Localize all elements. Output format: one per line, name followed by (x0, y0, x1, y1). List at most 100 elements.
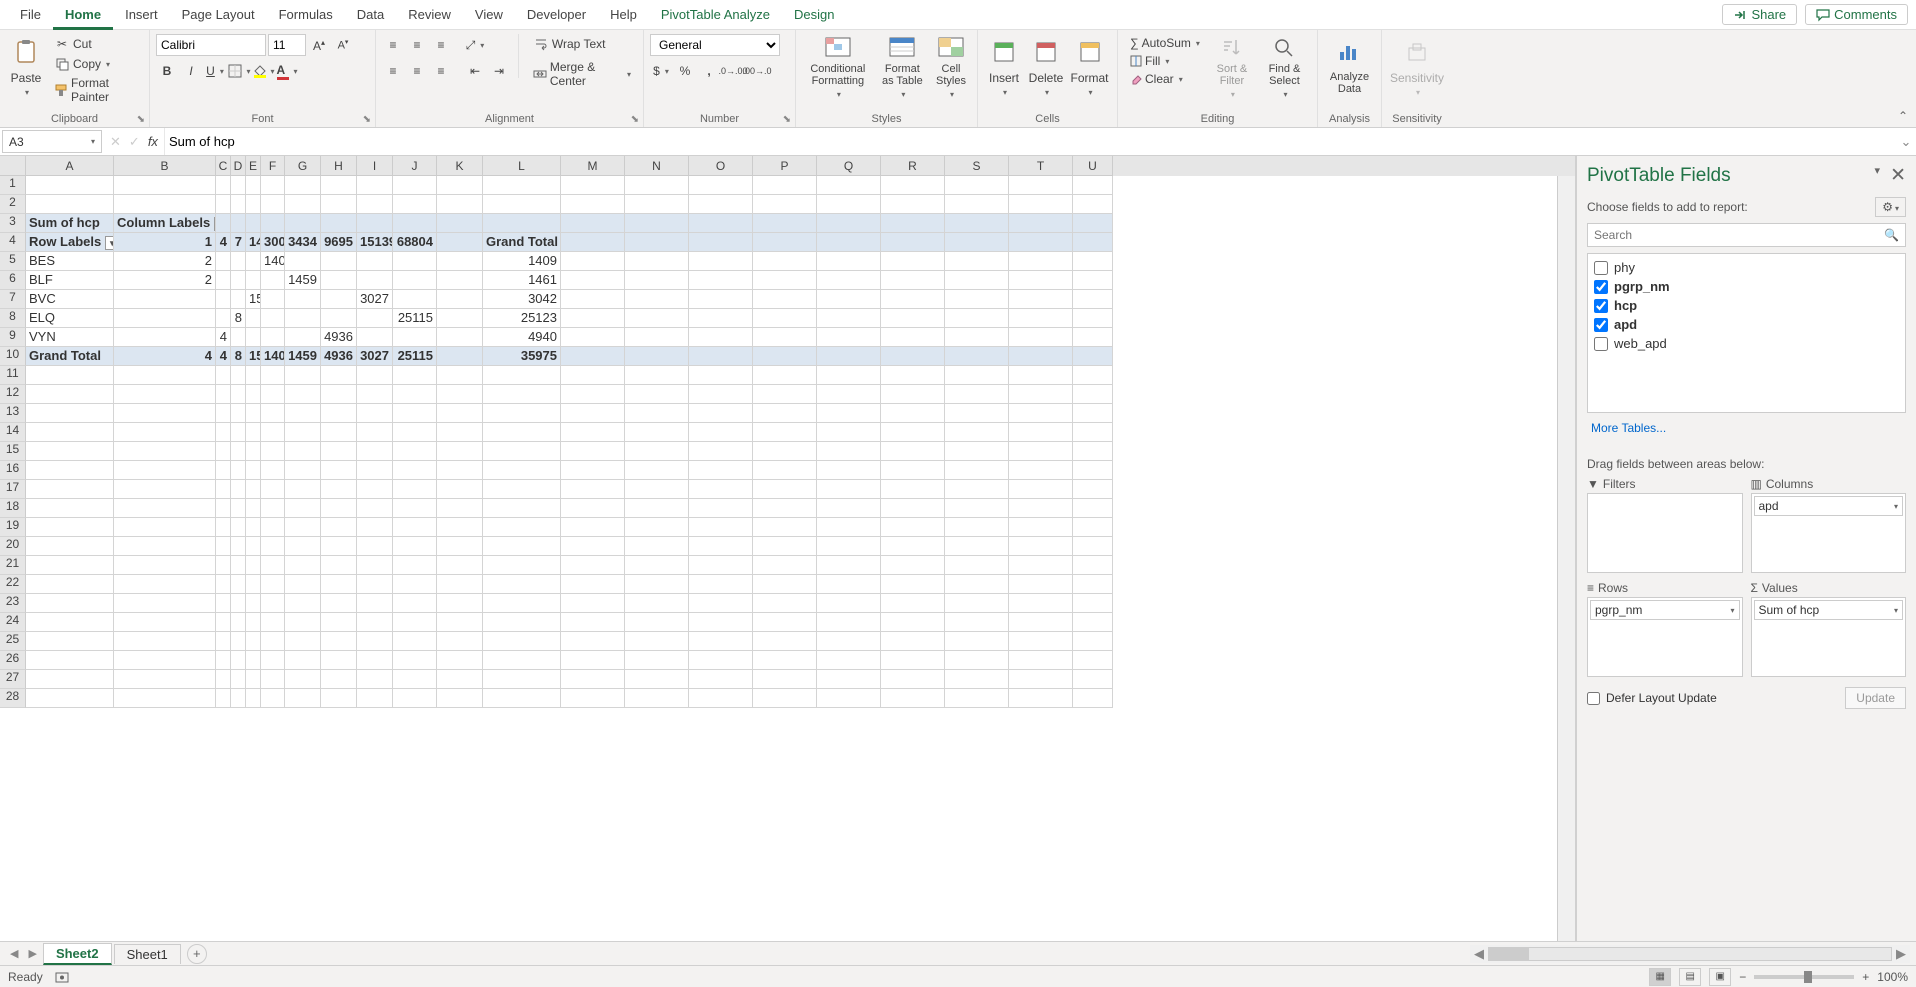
row-header[interactable]: 22 (0, 575, 26, 594)
cell[interactable] (231, 328, 246, 347)
search-input[interactable] (1594, 228, 1884, 242)
cell[interactable] (321, 556, 357, 575)
cell[interactable] (216, 309, 231, 328)
font-color-button[interactable]: A ▾ (276, 60, 298, 82)
align-left-button[interactable]: ≡ (382, 60, 404, 82)
cell[interactable] (437, 613, 483, 632)
cell[interactable] (625, 632, 689, 651)
fx-icon[interactable]: fx (148, 134, 158, 149)
column-header[interactable]: J (393, 156, 437, 176)
decrease-indent-button[interactable]: ⇤ (464, 60, 486, 82)
cell[interactable] (437, 632, 483, 651)
cell[interactable] (625, 537, 689, 556)
cell[interactable] (817, 670, 881, 689)
cell[interactable] (753, 328, 817, 347)
cell[interactable] (625, 575, 689, 594)
defer-update-checkbox[interactable] (1587, 692, 1600, 705)
cell[interactable] (285, 423, 321, 442)
menu-tab-data[interactable]: Data (345, 0, 396, 30)
cell[interactable] (1073, 632, 1113, 651)
insert-cells-button[interactable]: Insert▾ (984, 34, 1024, 100)
cell[interactable] (625, 309, 689, 328)
cell[interactable] (285, 442, 321, 461)
cell[interactable] (114, 404, 216, 423)
cell[interactable] (321, 480, 357, 499)
cell[interactable] (561, 518, 625, 537)
values-drop-zone[interactable]: Sum of hcp▾ (1751, 597, 1907, 677)
cell[interactable] (393, 480, 437, 499)
cell[interactable] (231, 499, 246, 518)
cell[interactable] (285, 518, 321, 537)
cell[interactable] (625, 176, 689, 195)
cell[interactable] (246, 385, 261, 404)
cell[interactable] (285, 670, 321, 689)
cell[interactable] (246, 575, 261, 594)
cell[interactable] (753, 480, 817, 499)
cell[interactable]: VYN (26, 328, 114, 347)
cell[interactable] (393, 594, 437, 613)
cell[interactable] (689, 499, 753, 518)
cell[interactable] (437, 423, 483, 442)
cell[interactable]: 8 (231, 309, 246, 328)
cell[interactable] (561, 404, 625, 423)
cell[interactable] (689, 651, 753, 670)
cell[interactable]: 4936 (321, 328, 357, 347)
cell[interactable] (321, 537, 357, 556)
cell[interactable] (561, 556, 625, 575)
cell[interactable] (437, 347, 483, 366)
row-header[interactable]: 3 (0, 214, 26, 233)
cell[interactable] (357, 328, 393, 347)
cell[interactable] (26, 670, 114, 689)
cell[interactable] (261, 594, 285, 613)
cell[interactable] (625, 271, 689, 290)
column-header[interactable]: R (881, 156, 945, 176)
cell[interactable] (437, 651, 483, 670)
cell[interactable] (216, 480, 231, 499)
row-header[interactable]: 20 (0, 537, 26, 556)
rows-drop-zone[interactable]: pgrp_nm▾ (1587, 597, 1743, 677)
percent-button[interactable]: % (674, 60, 696, 82)
cell[interactable] (1009, 309, 1073, 328)
align-middle-button[interactable]: ≡ (406, 34, 428, 56)
cell[interactable] (1073, 556, 1113, 575)
cell[interactable] (483, 461, 561, 480)
format-cells-button[interactable]: Format▾ (1068, 34, 1111, 100)
cell[interactable] (261, 404, 285, 423)
cell[interactable] (285, 214, 321, 233)
cell[interactable] (321, 404, 357, 423)
increase-indent-button[interactable]: ⇥ (488, 60, 510, 82)
comments-button[interactable]: Comments (1805, 4, 1908, 25)
chevron-down-icon[interactable]: ▾ (1875, 164, 1881, 187)
cell[interactable] (561, 594, 625, 613)
cell[interactable]: 3027 (357, 290, 393, 309)
cell[interactable] (1009, 423, 1073, 442)
cell[interactable] (285, 613, 321, 632)
cell[interactable] (261, 195, 285, 214)
cell[interactable] (1009, 537, 1073, 556)
cell[interactable] (561, 461, 625, 480)
cell[interactable] (881, 689, 945, 708)
cell[interactable] (881, 632, 945, 651)
cell[interactable] (689, 328, 753, 347)
cell[interactable] (945, 404, 1009, 423)
cell[interactable]: Sum of hcp (26, 214, 114, 233)
paste-button[interactable]: Paste ▾ (6, 34, 46, 100)
cell[interactable]: 35975 (483, 347, 561, 366)
cell[interactable] (321, 309, 357, 328)
cell[interactable] (114, 366, 216, 385)
cell[interactable] (357, 271, 393, 290)
cell[interactable] (216, 404, 231, 423)
cell[interactable] (625, 233, 689, 252)
cell[interactable] (114, 461, 216, 480)
menu-tab-view[interactable]: View (463, 0, 515, 30)
cell[interactable] (393, 670, 437, 689)
menu-tab-design[interactable]: Design (782, 0, 846, 30)
dialog-launcher-icon[interactable]: ⬊ (783, 114, 791, 125)
cell[interactable] (285, 651, 321, 670)
pivot-field-web_apd[interactable]: web_apd (1590, 334, 1903, 353)
cell[interactable] (1073, 290, 1113, 309)
cell[interactable] (1009, 689, 1073, 708)
cell[interactable] (945, 195, 1009, 214)
cell[interactable] (231, 252, 246, 271)
row-header[interactable]: 26 (0, 651, 26, 670)
